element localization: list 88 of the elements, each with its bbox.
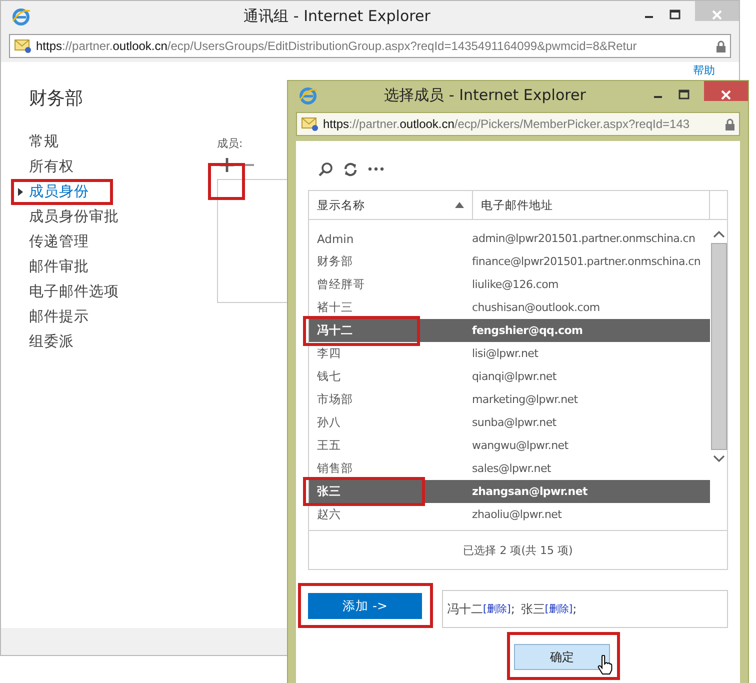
nav-item[interactable]: 组委派 xyxy=(17,332,74,352)
members-label: 成员: xyxy=(217,136,244,151)
browser-logo-icon xyxy=(298,86,318,106)
remove-link[interactable]: [删除] xyxy=(544,602,573,616)
selected-members-field[interactable]: 冯十二[删除]; 张三[删除]; xyxy=(442,590,728,628)
table-row[interactable]: 财务部 finance@lpwr201501.partner.onmschina.cn xyxy=(309,250,710,273)
scroll-down-icon[interactable] xyxy=(712,455,724,463)
email-cell: finance@lpwr201501.partner.onmschina.cn xyxy=(472,255,701,268)
nav-item[interactable]: 成员身份审批 xyxy=(17,207,119,227)
add-button[interactable]: 添加 -> xyxy=(308,593,422,619)
nav-item[interactable]: 常规 xyxy=(17,132,59,152)
name-cell-text: 张三 xyxy=(316,484,342,499)
email-cell: liulike@126.com xyxy=(472,278,558,291)
name-cell-text: 赵六 xyxy=(316,507,342,522)
table-row[interactable]: Admin admin@lpwr201501.partner.onmschina.cn xyxy=(309,227,710,250)
hand-cursor-icon xyxy=(597,655,613,675)
table-row[interactable]: 王五 wangwu@lpwr.net xyxy=(309,434,710,457)
close-button[interactable] xyxy=(704,81,748,101)
name-cell-text: 王五 xyxy=(316,438,342,453)
nav-item[interactable]: 传递管理 xyxy=(17,232,89,252)
search-icon[interactable] xyxy=(318,162,333,176)
help-link[interactable]: 帮助 xyxy=(693,63,715,78)
table-row[interactable]: 市场部 marketing@lpwr.net xyxy=(309,388,710,411)
name-cell-text: 冯十二 xyxy=(316,323,354,338)
name-cell-text: 褚十三 xyxy=(316,300,354,315)
email-cell: qianqi@lpwr.net xyxy=(472,370,556,383)
email-cell: marketing@lpwr.net xyxy=(472,393,578,406)
close-icon xyxy=(712,10,722,20)
name-cell-text: 财务部 xyxy=(316,254,354,269)
group-name: 财务部 xyxy=(29,87,83,110)
table-row[interactable]: 曾经胖哥 liulike@126.com xyxy=(309,273,710,296)
highlight-frame xyxy=(208,163,245,200)
email-cell: sunba@lpwr.net xyxy=(472,416,556,429)
name-cell-text: 曾经胖哥 xyxy=(316,277,366,292)
remove-link[interactable]: [删除] xyxy=(483,602,511,616)
table-row[interactable]: 李四 lisi@lpwr.net xyxy=(309,342,710,365)
scroll-up-icon[interactable] xyxy=(712,230,724,238)
separator-text: ; xyxy=(572,602,577,616)
name-cell-text: 市场部 xyxy=(316,392,354,407)
mail-icon xyxy=(301,117,319,131)
more-icon[interactable] xyxy=(368,167,384,171)
window-title: 通讯组 - Internet Explorer xyxy=(242,7,432,26)
email-cell: lisi@lpwr.net xyxy=(472,347,538,360)
member-name: 张三 xyxy=(520,600,545,618)
window-title: 选择成员 - Internet Explorer xyxy=(383,86,587,105)
nav-item[interactable]: 邮件提示 xyxy=(17,307,89,327)
table-row[interactable]: 孙八 sunba@lpwr.net xyxy=(309,411,710,434)
column-header[interactable]: 电子邮件地址 xyxy=(473,191,710,219)
member-name: 冯十二 xyxy=(447,600,483,618)
close-icon xyxy=(721,90,731,100)
address-bar[interactable]: https://partner.outlook.cn/ecp/UsersGroups/EditDistributionGroup.aspx?reqId=1435491164099&pwmcid=8&Retur xyxy=(9,34,731,58)
nav-item[interactable]: 电子邮件选项 xyxy=(17,282,119,302)
mail-icon xyxy=(14,39,32,53)
email-cell: chushisan@outlook.com xyxy=(472,301,600,314)
table-row[interactable]: 赵六 zhaoliu@lpwr.net xyxy=(309,503,710,526)
table-row[interactable]: 张三 zhangsan@lpwr.net xyxy=(309,480,710,503)
nav-item[interactable]: 邮件审批 xyxy=(17,257,89,277)
address-bar[interactable]: https://partner.outlook.cn/ecp/Pickers/MemberPicker.aspx?reqId=143 xyxy=(296,112,740,136)
name-cell-text: 孙八 xyxy=(316,415,342,430)
email-cell: zhaoliu@lpwr.net xyxy=(472,508,562,521)
selection-count: 已选择 2 项(共 15 项) xyxy=(463,542,573,558)
maximize-icon[interactable] xyxy=(678,89,690,101)
name-cell-text: 销售部 xyxy=(316,461,354,476)
ok-button[interactable]: 确定 xyxy=(514,644,610,670)
email-cell: zhangsan@lpwr.net xyxy=(472,485,588,498)
email-cell: wangwu@lpwr.net xyxy=(472,439,568,452)
url-text: https://partner.outlook.cn/ecp/Pickers/MemberPicker.aspx?reqId=143 xyxy=(323,117,691,131)
maximize-icon[interactable] xyxy=(669,9,681,21)
table-row[interactable]: 褚十三 chushisan@outlook.com xyxy=(309,296,710,319)
nav-item[interactable]: 所有权 xyxy=(17,157,74,177)
selection-arrow-icon xyxy=(18,188,23,196)
name-cell-text: 钱七 xyxy=(316,369,342,384)
name-cell-text: Admin xyxy=(316,232,355,246)
separator-text: ; xyxy=(510,602,515,616)
browser-logo-icon xyxy=(11,6,31,26)
email-cell: sales@lpwr.net xyxy=(472,462,551,475)
refresh-icon[interactable] xyxy=(343,162,358,176)
table-row[interactable]: 销售部 sales@lpwr.net xyxy=(309,457,710,480)
lock-icon xyxy=(716,40,726,52)
nav-item[interactable]: 成员身份 xyxy=(17,182,89,202)
url-text: https://partner.outlook.cn/ecp/UsersGroups/EditDistributionGroup.aspx?reqId=1435491164099&pwmcid=8&Retur xyxy=(36,39,638,53)
table-row[interactable]: 钱七 qianqi@lpwr.net xyxy=(309,365,710,388)
table-row[interactable]: 冯十二 fengshier@qq.com xyxy=(309,319,710,342)
email-cell: admin@lpwr201501.partner.onmschina.cn xyxy=(472,232,696,245)
lock-icon xyxy=(725,118,735,130)
name-cell-text: 李四 xyxy=(316,346,342,361)
email-cell: fengshier@qq.com xyxy=(472,324,583,337)
column-header[interactable]: 显示名称 xyxy=(309,191,473,219)
